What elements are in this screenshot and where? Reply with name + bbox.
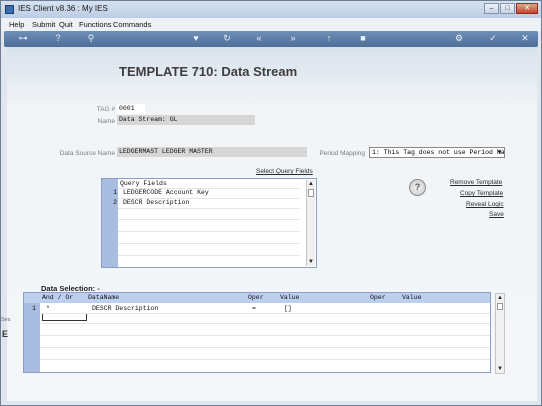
status-glyph: E <box>2 329 9 339</box>
andor-input[interactable] <box>42 313 87 321</box>
scroll-thumb[interactable] <box>497 303 503 310</box>
col-header-andor: And / Or <box>42 294 74 301</box>
search-icon[interactable]: ⚲ <box>84 33 98 44</box>
check-icon[interactable]: ✓ <box>486 33 500 44</box>
copy-template-link[interactable]: Copy Template <box>460 190 503 197</box>
rewind-icon[interactable]: « <box>252 33 266 44</box>
name-label: Name <box>97 118 115 125</box>
toolbar: ⊶ ? ⚲ ♥ ↻ « » ↑ ■ ⚙ ✓ ✕ <box>4 31 538 47</box>
key-icon[interactable]: ⊶ <box>12 33 34 44</box>
tag-label: TAG # <box>96 106 115 113</box>
reveal-logic-link[interactable]: Reveal Logic <box>466 201 504 208</box>
settings-icon[interactable]: ⚙ <box>452 33 466 44</box>
menu-help[interactable]: Help <box>9 20 24 29</box>
scroll-up-icon[interactable]: ▲ <box>307 180 315 188</box>
query-fields-list: Query Fields 1 LEDGERCODE Account Key 2 … <box>101 178 317 268</box>
col-header-oper: Oper <box>248 294 264 301</box>
scroll-down-icon[interactable]: ▼ <box>496 365 504 373</box>
menu-submit[interactable]: Submit <box>32 20 55 29</box>
row-number: 1 <box>32 305 36 312</box>
table-row[interactable]: 1 * DESCR Description = [] <box>24 304 490 313</box>
remove-template-link[interactable]: Remove Template <box>450 179 502 186</box>
maximize-button[interactable]: □ <box>500 3 515 14</box>
oper-cell[interactable]: = <box>252 304 256 313</box>
row-text: LEDGERCODE Account Key <box>123 189 209 196</box>
left-status-strip: Ses E <box>1 317 11 377</box>
period-mapping-value: 1: This Tag does not use Period Ma <box>372 149 505 156</box>
forward-icon[interactable]: » <box>286 33 300 44</box>
main-content: TEMPLATE 710: Data Stream TAG # 0001 Nam… <box>7 47 537 401</box>
menu-bar: Help Submit Quit Functions Commands <box>1 18 541 31</box>
col-header-value: Value <box>280 294 300 301</box>
menu-functions[interactable]: Functions <box>79 20 112 29</box>
list-item[interactable]: 2 DESCR Description <box>102 198 300 208</box>
name-field[interactable]: Data Stream: GL <box>117 115 255 125</box>
query-fields-scrollbar[interactable]: ▲ ▼ <box>306 180 315 266</box>
help-icon[interactable]: ? <box>51 33 65 44</box>
scroll-up-icon[interactable]: ▲ <box>496 294 504 302</box>
title-bar: IES Client v8.36 : My IES – □ ✕ <box>1 1 541 18</box>
tag-field[interactable]: 0001 <box>117 104 145 114</box>
row-number: 1 <box>113 189 117 196</box>
andor-cell[interactable]: * <box>46 304 50 313</box>
stop-icon[interactable]: ■ <box>356 33 370 44</box>
scroll-down-icon[interactable]: ▼ <box>307 258 315 266</box>
page-title: TEMPLATE 710: Data Stream <box>119 64 298 79</box>
status-text: Ses <box>1 317 11 323</box>
chevron-down-icon[interactable]: ▼ <box>496 149 503 156</box>
datasource-field[interactable]: LEDGERMAST LEDGER MASTER <box>117 147 307 157</box>
app-window: IES Client v8.36 : My IES – □ ✕ Help Sub… <box>0 0 542 406</box>
help-circle-icon[interactable]: ? <box>409 179 426 196</box>
menu-commands[interactable]: Commands <box>113 20 151 29</box>
refresh-icon[interactable]: ↻ <box>220 33 234 44</box>
col-header-value-2: Value <box>402 294 422 301</box>
scroll-thumb[interactable] <box>308 189 314 197</box>
col-header-oper-2: Oper <box>370 294 386 301</box>
value-cell[interactable]: [] <box>284 304 292 313</box>
menu-quit[interactable]: Quit <box>59 20 73 29</box>
minimize-button[interactable]: – <box>484 3 499 14</box>
data-selection-scrollbar[interactable]: ▲ ▼ <box>495 293 505 374</box>
close-window-button[interactable]: ✕ <box>516 3 538 14</box>
col-header-dataname: DataName <box>88 294 120 301</box>
grid-header: And / Or DataName Oper Value Oper Value <box>24 293 490 303</box>
query-fields-header: Query Fields <box>120 180 167 187</box>
close-icon[interactable]: ✕ <box>518 33 532 44</box>
save-link[interactable]: Save <box>489 211 504 218</box>
period-mapping-select[interactable]: 1: This Tag does not use Period Ma ▼ <box>369 147 505 158</box>
upload-icon[interactable]: ↑ <box>322 33 336 44</box>
row-number: 2 <box>113 199 117 206</box>
period-mapping-label: Period Mapping <box>319 150 365 157</box>
window-title: IES Client v8.36 : My IES <box>18 4 108 13</box>
datasource-label: Data Source Name <box>59 150 115 157</box>
app-logo-icon <box>5 5 14 14</box>
list-item[interactable]: 1 LEDGERCODE Account Key <box>102 188 300 198</box>
row-gutter <box>24 303 40 372</box>
row-text: DESCR Description <box>123 199 190 206</box>
select-query-fields-link[interactable]: Select Query Fields <box>256 168 313 175</box>
dataname-cell[interactable]: DESCR Description <box>92 304 158 313</box>
heart-icon[interactable]: ♥ <box>189 33 203 44</box>
data-selection-grid: And / Or DataName Oper Value Oper Value … <box>23 292 491 373</box>
